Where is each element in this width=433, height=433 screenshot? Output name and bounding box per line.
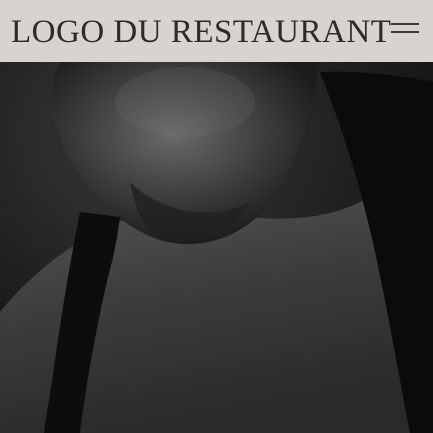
page: LOGO DU RESTAURANT — [0, 0, 433, 433]
menu-line-top — [391, 23, 419, 25]
site-header: LOGO DU RESTAURANT — [0, 0, 433, 62]
hero-image — [0, 62, 433, 433]
restaurant-logo[interactable]: LOGO DU RESTAURANT — [11, 13, 391, 51]
menu-line-bottom — [391, 31, 419, 33]
hamburger-menu-icon[interactable] — [391, 18, 419, 40]
chef-portrait-image — [0, 62, 433, 433]
